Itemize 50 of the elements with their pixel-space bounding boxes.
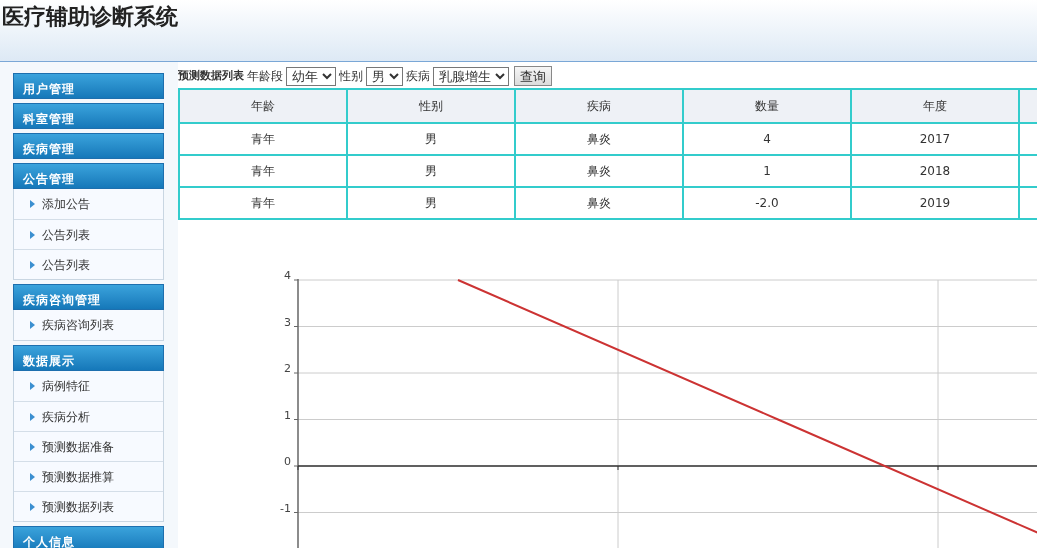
sidebar-section-header[interactable]: 疾病管理 [13, 133, 164, 159]
column-header: 疾病 [515, 89, 683, 123]
sidebar-section-header[interactable]: 数据展示 [13, 345, 164, 371]
list-title: 预测数据列表 [178, 67, 244, 84]
table-cell: 2019 [851, 187, 1019, 219]
filter-label: 疾病 [406, 68, 430, 85]
caret-icon [30, 260, 35, 269]
sidebar-item[interactable]: 添加公告 [14, 189, 163, 219]
caret-icon [30, 412, 35, 421]
caret-icon [30, 200, 35, 208]
filter-dropdown[interactable]: 乳腺增生 [433, 66, 509, 86]
caret-icon [30, 321, 35, 329]
filter-label: 性别 [339, 68, 363, 85]
column-header: 年度 [851, 89, 1019, 123]
sidebar-item[interactable]: 预测数据推算 [14, 461, 163, 491]
filter-label: 年龄段 [247, 68, 283, 85]
column-header: 数量 [683, 89, 851, 123]
y-tick-label: 3 [284, 315, 291, 329]
sidebar-section-header[interactable]: 公告管理 [13, 163, 164, 189]
sidebar-item[interactable]: 预测数据列表 [14, 491, 163, 521]
site-title: 医疗辅助诊断系统 [1, 3, 179, 31]
caret-icon [30, 502, 35, 511]
sidebar-item[interactable]: 公告列表 [14, 249, 163, 279]
sidebar-item[interactable]: 疾病咨询列表 [14, 310, 163, 340]
caret-icon [30, 382, 35, 390]
column-header: 性别 [347, 89, 515, 123]
query-button[interactable]: 查询 [514, 66, 552, 86]
caret-icon [30, 230, 35, 239]
sidebar-section-header[interactable]: 疾病咨询管理 [13, 284, 164, 310]
table-cell: 男 [347, 187, 515, 219]
sidebar-item[interactable]: 病例特征 [14, 371, 163, 401]
column-header: 年龄 [179, 89, 347, 123]
table-cell: -2.0 [683, 187, 851, 219]
y-tick-label: 1 [284, 408, 291, 422]
y-tick-label: -1 [280, 501, 291, 515]
sidebar-section-header[interactable]: 用户管理 [13, 73, 164, 99]
filter-dropdown[interactable]: 幼年 [286, 66, 336, 86]
caret-icon [30, 442, 35, 451]
y-tick-label: 4 [284, 269, 291, 282]
table-cell: 青年 [179, 187, 347, 219]
sidebar-section-header[interactable]: 科室管理 [13, 103, 164, 129]
sidebar-item[interactable]: 预测数据准备 [14, 431, 163, 461]
caret-icon [30, 472, 35, 481]
sidebar-item[interactable]: 公告列表 [14, 219, 163, 249]
sidebar-section-header[interactable]: 个人信息 [13, 526, 164, 548]
filter-dropdown[interactable]: 男 [366, 66, 403, 86]
y-tick-label: 2 [284, 362, 291, 375]
sidebar-item[interactable]: 疾病分析 [14, 401, 163, 431]
y-tick-label: 0 [284, 455, 291, 468]
table-cell: 鼻炎 [515, 187, 683, 219]
